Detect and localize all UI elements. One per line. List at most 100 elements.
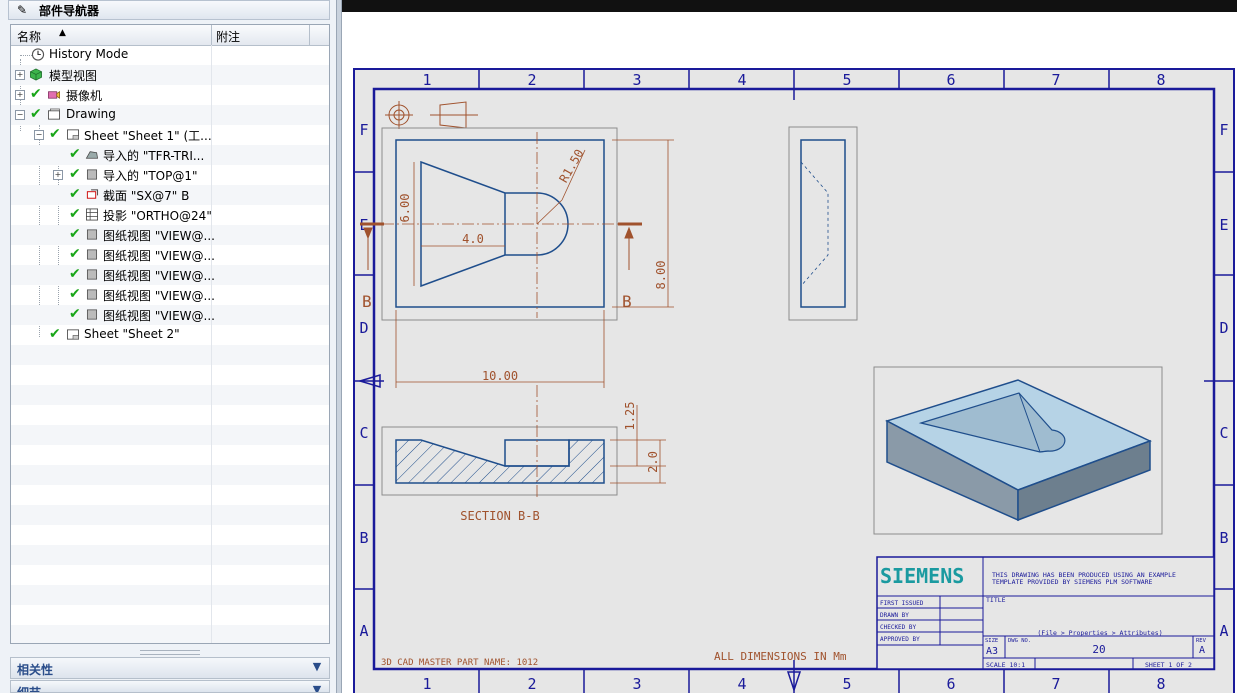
- zone-row-label: D: [359, 319, 368, 337]
- check-icon: ✔: [30, 106, 42, 122]
- tree-row-drawing-view[interactable]: ✔ 图纸视图 "VIEW@...: [11, 285, 329, 305]
- tree-row-drawing-view[interactable]: ✔ 图纸视图 "VIEW@...: [11, 245, 329, 265]
- tree-row-drawing[interactable]: − ✔ Drawing: [11, 105, 329, 125]
- zone-column-label: 1: [422, 71, 431, 89]
- collapse-icon[interactable]: −: [34, 130, 44, 140]
- drawing-view-icon: [86, 229, 98, 240]
- tree-row-imported-view-2[interactable]: + ✔ 导入的 "TOP@1": [11, 165, 329, 185]
- zone-row-label: E: [1219, 216, 1228, 234]
- pin-icon[interactable]: ✎: [17, 3, 27, 17]
- tree-label: Sheet "Sheet 2": [84, 327, 180, 341]
- brand-logo: SIEMENS: [880, 564, 964, 588]
- drawing-view-icon: [86, 289, 98, 300]
- canvas-top-bar: [342, 0, 1237, 12]
- title-block: SIEMENS THIS DRAWING HAS BEEN PRODUCED U…: [876, 556, 1215, 670]
- zone-row-label: F: [359, 121, 368, 139]
- model-views-icon: [30, 68, 42, 81]
- chevron-down-icon[interactable]: ▼: [309, 660, 325, 676]
- zone-row-label: A: [1219, 622, 1228, 640]
- drawing-view-icon: [86, 249, 98, 260]
- tree-label: 导入的 "TOP@1": [103, 169, 198, 183]
- tree-row-cameras[interactable]: + ✔ 摄像机: [11, 85, 329, 105]
- tree-row-sheet-2[interactable]: ✔ Sheet "Sheet 2": [11, 325, 329, 345]
- drawing-view-icon: [86, 269, 98, 280]
- tree-label: 摄像机: [66, 89, 103, 103]
- tree-label: 模型视图: [49, 69, 98, 83]
- check-icon: ✔: [69, 306, 81, 322]
- drawing-icon: [48, 108, 60, 120]
- part-navigator-panel: ✎ 部件导航器 名称 ▲ 附注 History Mode + 模型视图 + ✔ …: [0, 0, 336, 693]
- tree-row-imported-view-1[interactable]: ✔ 导入的 "TFR-TRI...: [11, 145, 329, 165]
- section-marker-right: B: [622, 292, 632, 311]
- tree-label: History Mode: [49, 47, 129, 61]
- column-header-notes[interactable]: 附注: [216, 28, 240, 45]
- zone-row-label: B: [1219, 529, 1228, 547]
- zone-column-label: 8: [1156, 675, 1165, 693]
- dimension-inner-width: 4.0: [462, 232, 484, 246]
- check-icon: ✔: [49, 126, 61, 142]
- zone-column-label: 5: [842, 675, 851, 693]
- tree-label: Drawing: [66, 107, 116, 121]
- tree-row-drawing-view[interactable]: ✔ 图纸视图 "VIEW@...: [11, 265, 329, 285]
- details-label: 细节: [17, 686, 42, 693]
- zone-column-label: 7: [1051, 675, 1060, 693]
- zone-column-label: 3: [632, 71, 641, 89]
- check-icon: ✔: [69, 246, 81, 262]
- details-panel-header[interactable]: 细节 ▼: [10, 680, 330, 693]
- column-header-name[interactable]: 名称: [17, 28, 41, 45]
- zone-row-label: B: [359, 529, 368, 547]
- drawn-by-label: DRAWN BY: [880, 612, 909, 619]
- tree-label: 截面 "SX@7" B: [103, 189, 190, 203]
- section-label: SECTION B-B: [460, 509, 539, 523]
- tree-label: 图纸视图 "VIEW@...: [103, 309, 215, 323]
- zone-column-label: 2: [527, 675, 536, 693]
- expand-icon[interactable]: +: [15, 70, 25, 80]
- tree-row-drawing-view[interactable]: ✔ 图纸视图 "VIEW@...: [11, 305, 329, 325]
- dimension-section-top: 1.25: [623, 402, 637, 431]
- tree-row-drawing-view[interactable]: ✔ 图纸视图 "VIEW@...: [11, 225, 329, 245]
- dependencies-panel-header[interactable]: 相关性 ▼: [10, 657, 330, 679]
- expand-icon[interactable]: +: [53, 170, 63, 180]
- approved-by-label: APPROVED BY: [880, 636, 920, 643]
- navigator-title: 部件导航器: [39, 4, 100, 18]
- tree-row-projection[interactable]: ✔ 投影 "ORTHO@24": [11, 205, 329, 225]
- tree-row-sheet-1[interactable]: − ✔ Sheet "Sheet 1" (工...: [11, 125, 329, 145]
- zone-column-label: 3: [632, 675, 641, 693]
- rev-value: A: [1199, 645, 1205, 656]
- tree-header: 名称 ▲ 附注: [11, 25, 329, 46]
- master-part-name: 3D CAD MASTER PART NAME: 1012: [381, 658, 538, 668]
- zone-column-label: 8: [1156, 71, 1165, 89]
- camera-icon: [48, 91, 60, 99]
- tree-label: 图纸视图 "VIEW@...: [103, 269, 215, 283]
- zone-row-label: C: [359, 424, 368, 442]
- checked-by-label: CHECKED BY: [880, 624, 917, 631]
- tree-label: 投影 "ORTHO@24": [103, 209, 212, 223]
- check-icon: ✔: [49, 326, 61, 342]
- check-icon: ✔: [69, 186, 81, 202]
- drawing-sheet[interactable]: 1 2 3 4 5 6 7 8 1 2 3 4 5 6 7 8 F E D C …: [342, 12, 1237, 693]
- dimension-width: 10.00: [482, 369, 518, 383]
- check-icon: ✔: [69, 166, 81, 182]
- chevron-down-icon[interactable]: ▼: [309, 683, 325, 692]
- expand-icon[interactable]: +: [15, 90, 25, 100]
- dependencies-label: 相关性: [17, 663, 54, 677]
- zone-column-label: 2: [527, 71, 536, 89]
- tree-row-model-views[interactable]: + 模型视图: [11, 65, 329, 85]
- rev-label: REV: [1196, 638, 1207, 644]
- sheet-icon: [67, 129, 79, 140]
- tree-row-section-view[interactable]: ✔ 截面 "SX@7" B: [11, 185, 329, 205]
- sort-ascending-icon[interactable]: ▲: [59, 28, 66, 38]
- collapse-icon[interactable]: −: [15, 110, 25, 120]
- drawing-view-icon: [86, 309, 98, 320]
- sheet-icon: [67, 329, 79, 340]
- size-label: SIZE: [985, 638, 998, 644]
- panel-splitter[interactable]: [140, 650, 200, 655]
- tree-row-history-mode[interactable]: History Mode: [11, 45, 329, 65]
- section-icon: [86, 189, 99, 199]
- tree-label: Sheet "Sheet 1" (工...: [84, 129, 212, 143]
- clock-icon: [31, 48, 45, 61]
- navigator-tree: 名称 ▲ 附注 History Mode + 模型视图 + ✔ 摄像机 − ✔ …: [10, 24, 330, 644]
- dwg-no-value: 20: [1092, 643, 1105, 656]
- dimension-inner-height: 6.00: [398, 194, 412, 223]
- zone-column-label: 7: [1051, 71, 1060, 89]
